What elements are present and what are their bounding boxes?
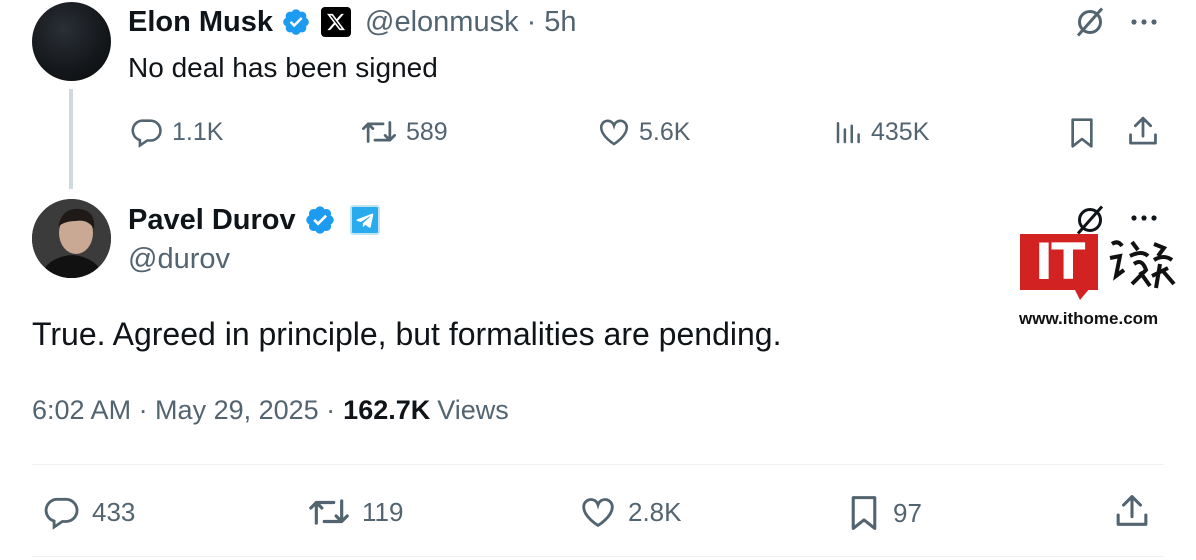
tweet2-header: Pavel Durov xyxy=(128,201,380,239)
verified-badge-icon xyxy=(281,7,311,37)
views-count: 435K xyxy=(871,117,930,146)
heart-icon xyxy=(597,115,631,149)
tweet-time[interactable]: 5h xyxy=(544,6,576,39)
x-logo-icon xyxy=(321,7,352,37)
bookmark-button[interactable]: 97 xyxy=(845,493,922,533)
reply-count: 433 xyxy=(92,496,136,527)
heart-icon xyxy=(578,493,618,531)
ithome-logo-tail-icon xyxy=(1074,288,1090,300)
more-options-icon[interactable] xyxy=(1128,12,1162,37)
views-button[interactable]: 435K xyxy=(833,115,929,149)
verified-badge-icon xyxy=(304,204,336,236)
repost-button[interactable]: 119 xyxy=(306,493,403,531)
like-count: 2.8K xyxy=(628,496,682,527)
divider xyxy=(32,556,1164,557)
repost-count: 589 xyxy=(406,117,448,146)
author-name[interactable]: Elon Musk xyxy=(128,6,273,39)
author-name[interactable]: Pavel Durov xyxy=(128,204,296,237)
reply-count: 1.1K xyxy=(172,117,224,146)
like-button[interactable]: 2.8K xyxy=(578,493,682,531)
ithome-domain: www.ithome.com xyxy=(1019,309,1159,328)
bookmark-icon xyxy=(845,493,883,533)
analytics-icon xyxy=(833,115,863,149)
repost-count: 119 xyxy=(362,496,404,527)
ithome-calligraphy-icon xyxy=(1109,240,1176,289)
author-handle[interactable]: @durov xyxy=(128,243,230,276)
divider xyxy=(32,464,1164,465)
author-handle[interactable]: @elonmusk xyxy=(365,6,519,39)
reply-button[interactable]: 1.1K xyxy=(130,115,223,149)
repost-button[interactable]: 589 xyxy=(360,115,448,149)
like-count: 5.6K xyxy=(639,117,691,146)
ithome-logo-box: IT xyxy=(1020,234,1098,290)
share-icon[interactable] xyxy=(1112,492,1152,537)
reply-icon xyxy=(130,115,164,149)
avatar-pavel-durov[interactable] xyxy=(32,199,111,278)
tweet-text: No deal has been signed xyxy=(128,52,438,83)
tweet1-header: Elon Musk @elonmusk · 5h xyxy=(128,4,577,40)
more-options-icon[interactable] xyxy=(1128,208,1162,233)
reply-icon xyxy=(42,493,82,531)
repost-icon xyxy=(360,115,398,149)
bookmark-count: 97 xyxy=(893,497,922,528)
views-count: 162.7K xyxy=(343,395,431,425)
bookmark-icon[interactable] xyxy=(1066,115,1098,156)
share-icon[interactable] xyxy=(1126,114,1160,155)
thread-line xyxy=(69,89,73,189)
reply-button[interactable]: 433 xyxy=(42,493,135,531)
tweet-meta: 6:02 AM · May 29, 2025 · 162.7K Views xyxy=(32,395,509,426)
ithome-logo: IT xyxy=(1018,234,1180,300)
tweet-text: True. Agreed in principle, but formaliti… xyxy=(32,316,782,352)
ithome-logo-text: IT xyxy=(1034,233,1086,291)
grok-icon[interactable] xyxy=(1072,4,1108,45)
repost-icon xyxy=(306,493,352,531)
views-label: Views xyxy=(437,395,509,425)
telegram-icon xyxy=(349,205,380,235)
avatar-elon-musk[interactable] xyxy=(32,2,111,81)
like-button[interactable]: 5.6K xyxy=(597,115,690,149)
separator-dot: · xyxy=(526,5,537,38)
tweet-timestamp[interactable]: 6:02 AM · May 29, 2025 · xyxy=(32,395,335,426)
